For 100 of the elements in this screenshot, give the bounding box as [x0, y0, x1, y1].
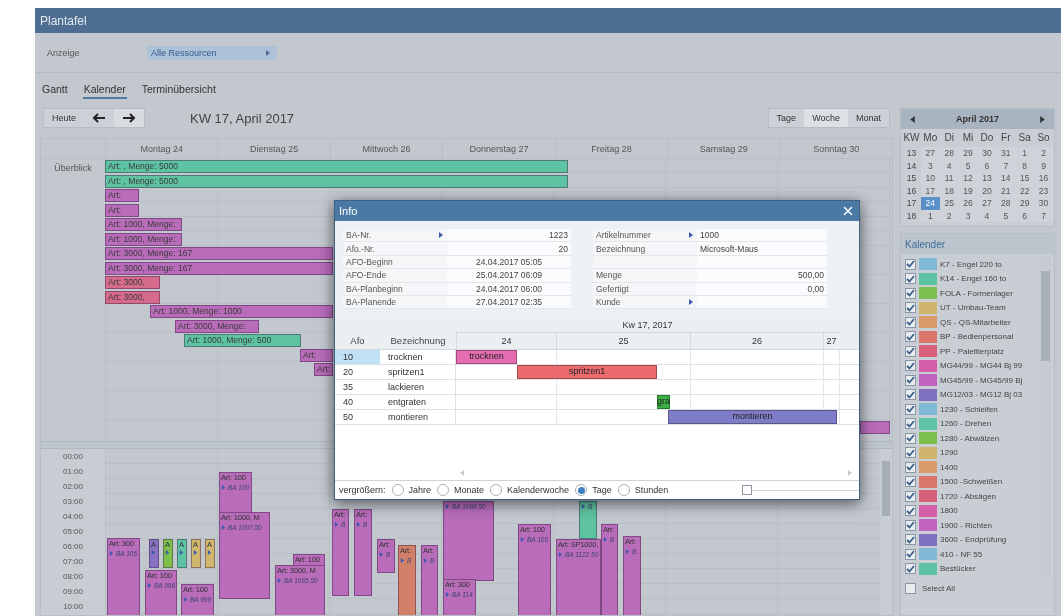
- triangle-icon: [165, 550, 170, 555]
- overview-bar[interactable]: Art: , Menge: 5000: [105, 174, 568, 188]
- calendar-day[interactable]: 13: [977, 172, 997, 185]
- checkbox[interactable]: [905, 432, 916, 444]
- checkbox[interactable]: [905, 302, 916, 314]
- checkbox[interactable]: [905, 287, 916, 299]
- checkbox[interactable]: [905, 548, 916, 560]
- view-button[interactable]: Tage: [768, 109, 805, 127]
- calendar-day[interactable]: 31: [996, 147, 1016, 160]
- arrow-left-icon: [92, 113, 107, 123]
- overview-bar[interactable]: Art: 3000, Menge: 167: [105, 261, 333, 275]
- checkbox[interactable]: [905, 360, 916, 372]
- checkbox[interactable]: [905, 331, 916, 343]
- calendar-day[interactable]: 12: [958, 172, 978, 185]
- checkbox[interactable]: [905, 447, 916, 459]
- overview-bar[interactable]: Art: 3000, Menge:: [175, 319, 259, 333]
- gantt-bar[interactable]: montieren: [668, 410, 837, 424]
- afo-cell[interactable]: 10: [335, 350, 380, 364]
- field-label: Afo.-Nr.: [346, 243, 375, 254]
- overview-bar[interactable]: Art:: [314, 363, 333, 376]
- calendar-day[interactable]: 1: [1015, 147, 1035, 160]
- calendar-day[interactable]: 27: [920, 147, 940, 160]
- close-button[interactable]: [841, 204, 855, 218]
- overview-bar[interactable]: Art:: [105, 189, 139, 202]
- checkbox[interactable]: [905, 583, 916, 594]
- calendar-day[interactable]: 10: [920, 172, 940, 185]
- gantt-bar[interactable]: gra: [657, 395, 670, 409]
- checkbox[interactable]: [905, 258, 916, 270]
- overview-bar[interactable]: Art: 1000, Menge:: [105, 232, 182, 246]
- tab[interactable]: Terminübersicht: [140, 81, 217, 99]
- gantt-bar[interactable]: spritzen1: [517, 365, 657, 379]
- calendar-day[interactable]: 11: [939, 172, 959, 185]
- radio-option[interactable]: Stunden: [617, 484, 669, 496]
- next-button[interactable]: [114, 109, 145, 127]
- resource-dropdown[interactable]: Alle Ressourcen: [147, 45, 277, 60]
- overview-label: Überblick: [54, 162, 92, 175]
- checkbox[interactable]: [905, 374, 916, 386]
- checkbox[interactable]: [905, 534, 916, 546]
- calendar-day[interactable]: 2: [1034, 147, 1053, 160]
- checkbox[interactable]: [905, 505, 916, 517]
- zoom-slider[interactable]: [742, 485, 859, 495]
- gantt-bar[interactable]: trocknen: [456, 350, 517, 364]
- scroll-right-icon: [847, 470, 853, 476]
- checkbox[interactable]: [905, 345, 916, 357]
- calendar-day[interactable]: 16: [1034, 172, 1053, 185]
- calendar-day[interactable]: 30: [977, 147, 997, 160]
- tab[interactable]: Kalender: [82, 81, 127, 99]
- checkbox[interactable]: [905, 418, 916, 430]
- calendar-day[interactable]: 24: [920, 197, 940, 210]
- checkbox[interactable]: [905, 490, 916, 502]
- overview-bar[interactable]: Art: 1000, Menge: 500: [184, 334, 301, 347]
- scrollbar[interactable]: [1040, 257, 1051, 575]
- calendar-day[interactable]: 26: [958, 197, 978, 210]
- calendar-day[interactable]: 15: [1015, 172, 1035, 185]
- calendar-day[interactable]: 29: [958, 147, 978, 160]
- triangle-icon[interactable]: [688, 232, 694, 239]
- afo-cell[interactable]: 40: [335, 395, 380, 409]
- checkbox[interactable]: [905, 389, 916, 401]
- calendar-day[interactable]: 27: [977, 197, 997, 210]
- tab[interactable]: Gantt: [41, 81, 69, 99]
- operation-name: spritzen1: [380, 365, 456, 379]
- calendar-day[interactable]: 14: [996, 172, 1016, 185]
- overview-bar[interactable]: Art: 3000,: [105, 290, 160, 304]
- overview-bar[interactable]: Art:: [105, 203, 139, 217]
- calendar-day[interactable]: 28: [996, 197, 1016, 210]
- view-button[interactable]: Monat: [848, 109, 889, 127]
- scrollbar[interactable]: [880, 449, 892, 615]
- triangle-icon[interactable]: [688, 299, 694, 306]
- overview-bar[interactable]: Art:: [300, 348, 333, 362]
- afo-cell[interactable]: 50: [335, 410, 380, 424]
- afo-cell[interactable]: 20: [335, 365, 380, 379]
- radio-option[interactable]: Tage: [575, 484, 612, 496]
- overview-bar[interactable]: [860, 421, 890, 434]
- checkbox[interactable]: [905, 403, 916, 415]
- calendar-day[interactable]: 29: [1015, 197, 1035, 210]
- overview-bar[interactable]: Art: , Menge: 5000: [105, 160, 568, 173]
- radio-option[interactable]: Kalenderwoche: [490, 484, 570, 496]
- checkbox[interactable]: [905, 519, 916, 531]
- radio-option[interactable]: Jahre: [391, 484, 432, 496]
- overview-bar[interactable]: Art: 3000, Menge: 167: [105, 247, 333, 260]
- checkbox[interactable]: [905, 563, 916, 575]
- afo-cell[interactable]: 35: [335, 380, 380, 394]
- field-label: Gefertigt: [596, 283, 629, 294]
- calendar-day[interactable]: 25: [939, 197, 959, 210]
- radio-option[interactable]: Monate: [437, 484, 485, 496]
- calendar-day[interactable]: 30: [1034, 197, 1053, 210]
- checkbox[interactable]: [905, 316, 916, 328]
- overview-bar[interactable]: Art: 1000, Menge: 1000: [150, 305, 333, 318]
- triangle-icon[interactable]: [438, 232, 444, 239]
- checkbox[interactable]: [905, 476, 916, 488]
- overview-bar[interactable]: Art: 1000, Menge:: [105, 218, 182, 231]
- triangle-icon: [445, 504, 450, 509]
- view-button[interactable]: Woche: [804, 109, 848, 127]
- calendar-label: Bestücker: [940, 564, 976, 574]
- triangle-icon: [221, 485, 226, 490]
- checkbox[interactable]: [905, 461, 916, 473]
- triangle-icon: [109, 551, 114, 556]
- calendar-day[interactable]: 28: [939, 147, 959, 160]
- overview-bar[interactable]: Art: 3000,: [105, 276, 160, 289]
- checkbox[interactable]: [905, 273, 916, 285]
